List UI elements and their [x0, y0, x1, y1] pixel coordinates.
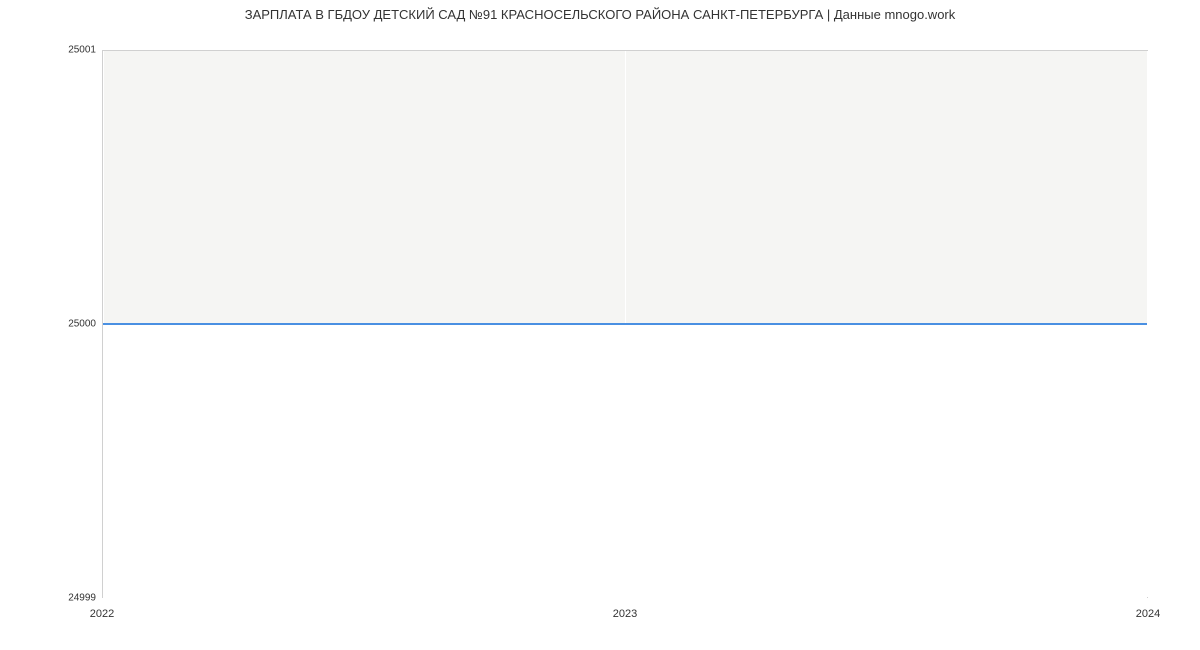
chart-title: ЗАРПЛАТА В ГБДОУ ДЕТСКИЙ САД №91 КРАСНОС…	[0, 7, 1200, 22]
y-tick-25000: 25000	[68, 319, 96, 330]
data-line	[103, 323, 1147, 325]
grid-line-2024	[1147, 51, 1148, 597]
y-tick-25001: 25001	[68, 45, 96, 56]
chart-container: ЗАРПЛАТА В ГБДОУ ДЕТСКИЙ САД №91 КРАСНОС…	[0, 0, 1200, 650]
x-tick-2024: 2024	[1136, 608, 1160, 620]
x-tick-2023: 2023	[613, 608, 637, 620]
x-tick-2022: 2022	[90, 608, 114, 620]
y-tick-24999: 24999	[68, 593, 96, 604]
plot-area	[102, 50, 1148, 598]
